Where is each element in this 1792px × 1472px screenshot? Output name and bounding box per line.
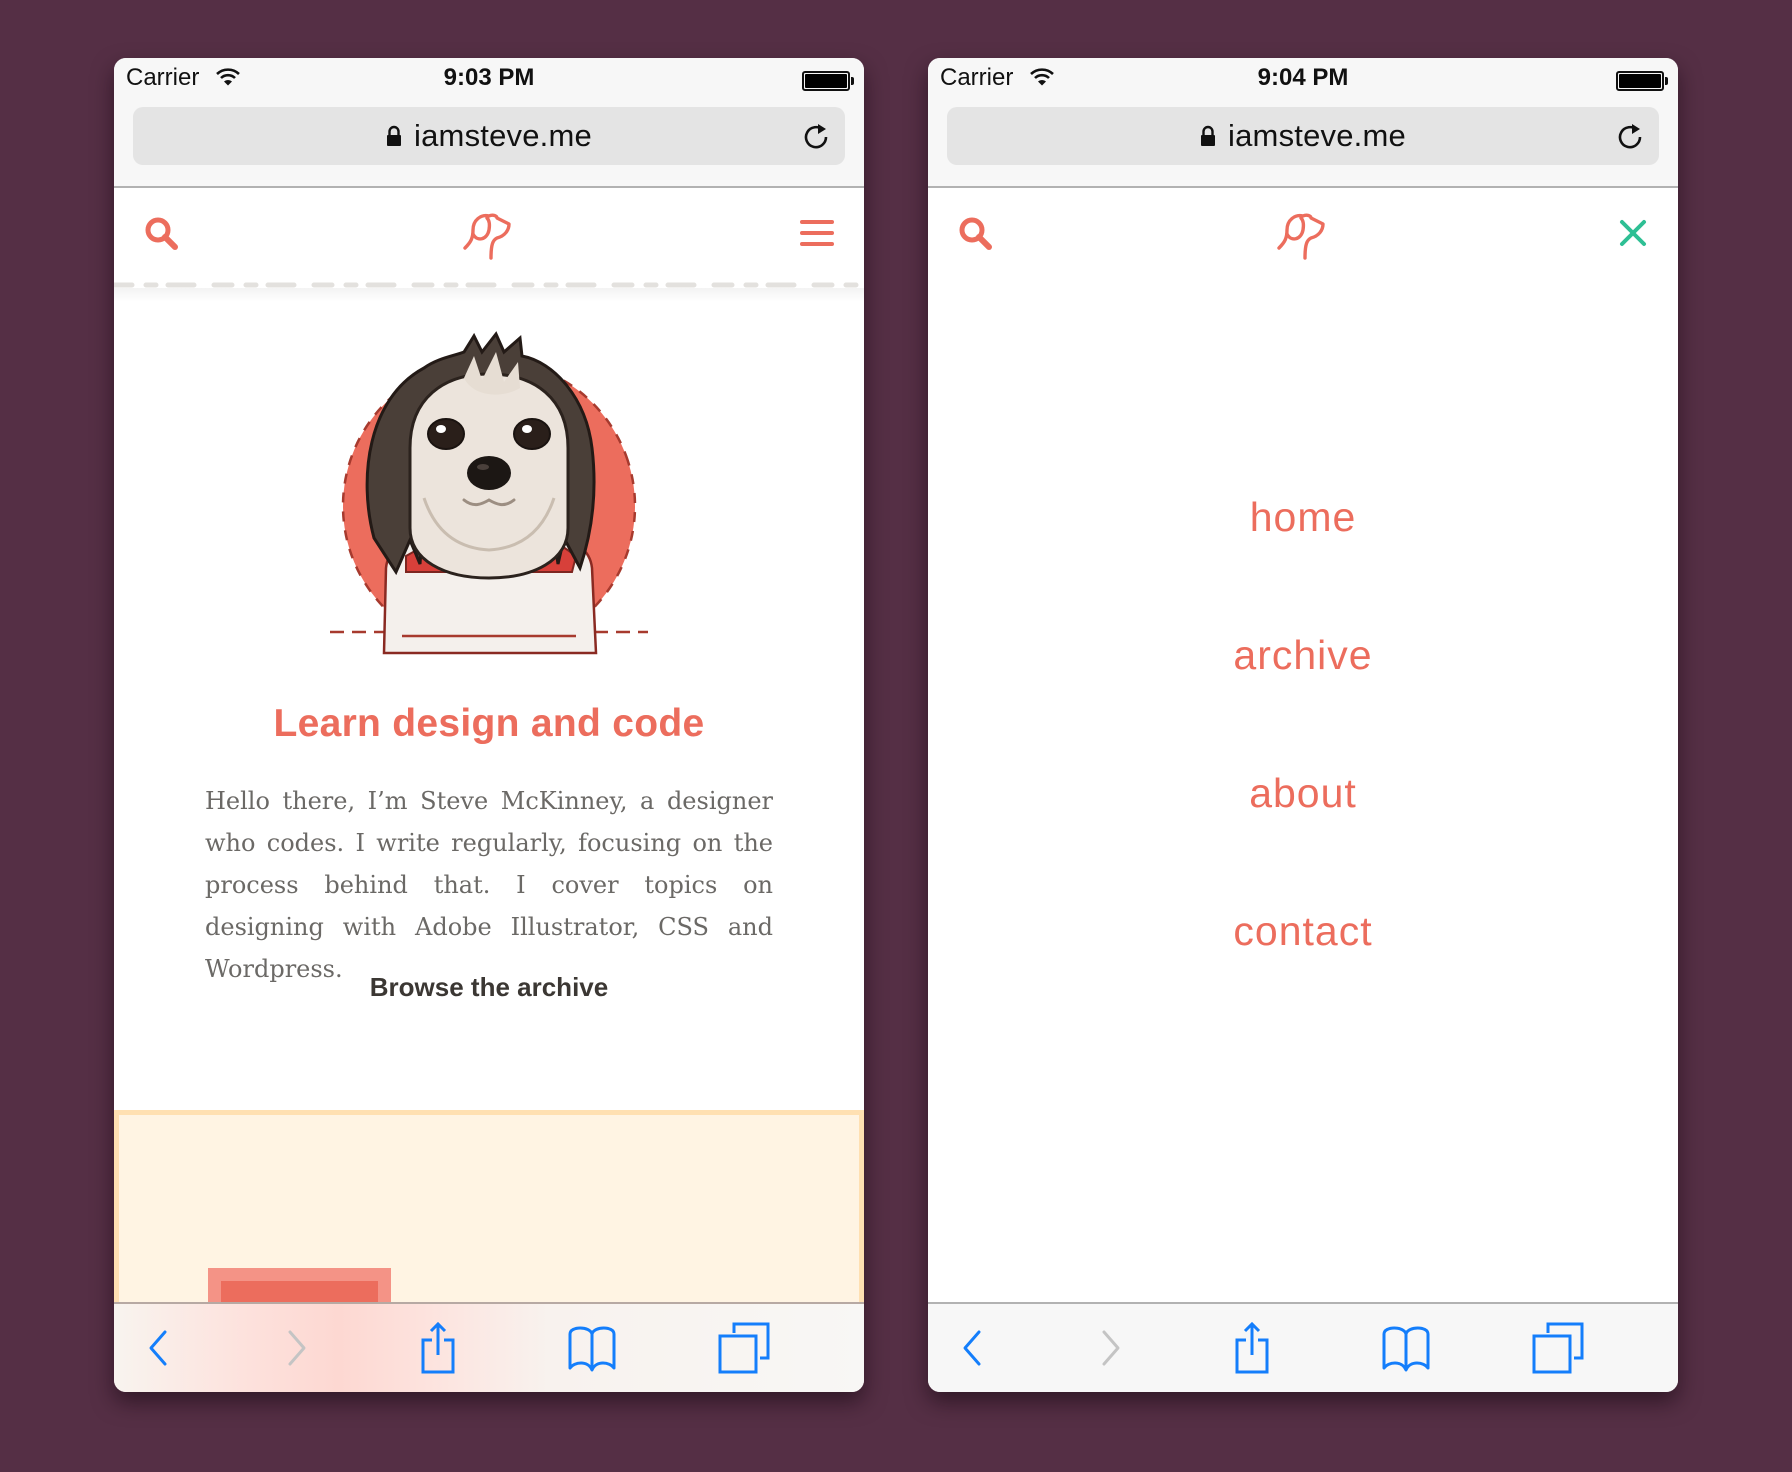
share-icon[interactable] bbox=[410, 1320, 466, 1376]
nav-item-contact[interactable]: contact bbox=[928, 908, 1678, 955]
nav-menu: home archive about contact bbox=[928, 284, 1678, 1302]
dog-head-logo-icon[interactable] bbox=[1275, 208, 1329, 262]
url-text: iamsteve.me bbox=[1228, 118, 1406, 153]
divider-shadow bbox=[114, 288, 864, 302]
hero-title: Learn design and code bbox=[273, 702, 705, 745]
status-time: 9:03 PM bbox=[443, 64, 535, 91]
address-bar[interactable]: iamsteve.me bbox=[133, 107, 845, 165]
address-bar[interactable]: iamsteve.me bbox=[947, 107, 1659, 165]
hero-intro-text: Hello there, I’m Steve McKinney, a desig… bbox=[205, 787, 773, 983]
lock-icon bbox=[387, 125, 402, 146]
forward-chevron-icon[interactable] bbox=[1084, 1320, 1140, 1376]
close-x-icon[interactable] bbox=[1618, 218, 1648, 248]
tabs-icon[interactable] bbox=[1530, 1320, 1586, 1376]
battery-icon bbox=[1616, 71, 1668, 91]
safari-top-bar: Carrier 9:03 PM iamsteve.me bbox=[114, 58, 864, 188]
safari-top-bar: Carrier 9:04 PM iamsteve.me bbox=[928, 58, 1678, 188]
safari-bottom-toolbar bbox=[114, 1302, 864, 1392]
dog-head-logo-icon[interactable] bbox=[461, 208, 515, 262]
forward-chevron-icon[interactable] bbox=[270, 1320, 326, 1376]
search-icon[interactable] bbox=[144, 216, 180, 252]
bookmarks-book-icon[interactable] bbox=[1378, 1320, 1434, 1376]
nav-item-about[interactable]: about bbox=[928, 770, 1678, 817]
nav-item-archive[interactable]: archive bbox=[928, 632, 1678, 679]
battery-icon bbox=[802, 71, 854, 91]
safari-bottom-toolbar bbox=[928, 1302, 1678, 1392]
nav-item-home[interactable]: home bbox=[928, 494, 1678, 541]
site-header bbox=[928, 188, 1678, 284]
browse-archive-link[interactable]: Browse the archive bbox=[114, 972, 864, 1003]
phone-screen-menu-open: home archive about contact Carrier 9:04 … bbox=[928, 58, 1678, 1392]
lock-icon bbox=[1201, 125, 1216, 146]
url-text: iamsteve.me bbox=[414, 118, 592, 153]
tabs-icon[interactable] bbox=[716, 1320, 772, 1376]
reload-icon[interactable] bbox=[801, 121, 831, 151]
phone-screen-home: Learn design and code Hello there, I’m S… bbox=[114, 58, 864, 1392]
back-chevron-icon[interactable] bbox=[129, 1320, 185, 1376]
share-icon[interactable] bbox=[1224, 1320, 1280, 1376]
search-icon[interactable] bbox=[958, 216, 994, 252]
hamburger-menu-icon[interactable] bbox=[800, 218, 834, 248]
site-header bbox=[114, 188, 864, 284]
status-time: 9:04 PM bbox=[1257, 64, 1349, 91]
dog-portrait-illustration bbox=[314, 331, 664, 678]
bookmarks-book-icon[interactable] bbox=[564, 1320, 620, 1376]
back-chevron-icon[interactable] bbox=[943, 1320, 999, 1376]
reload-icon[interactable] bbox=[1615, 121, 1645, 151]
